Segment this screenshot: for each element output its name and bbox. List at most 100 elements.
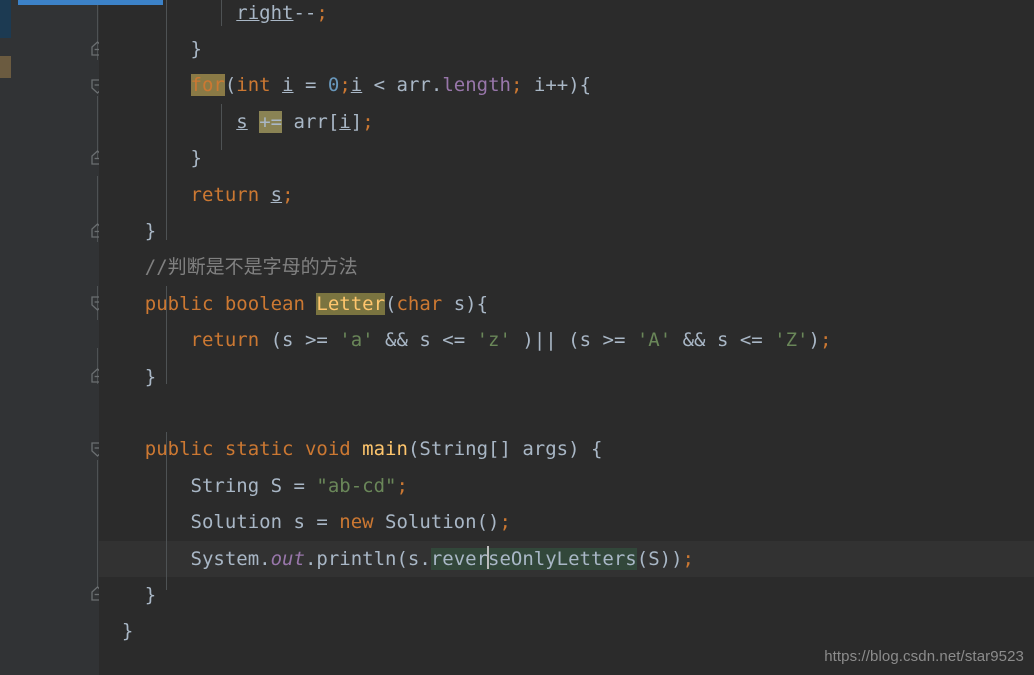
token-variable-S: S: [270, 474, 283, 497]
token-variable-s: s: [270, 183, 283, 206]
token-string-literal: "ab-cd": [316, 474, 397, 497]
token-brace-close: }: [144, 584, 157, 606]
code-line[interactable]: return (s >= 'a' && s <= 'z' )|| (s >= '…: [99, 322, 1034, 358]
token-brace-close: }: [190, 147, 202, 170]
text-caret: [487, 545, 490, 569]
token-param-s: s: [419, 329, 431, 352]
code-line-tokens: System.out.println(s.reverseOnlyLetters(…: [190, 545, 694, 570]
token-param-args: args: [522, 438, 569, 461]
token-reverse-prefix: rever: [430, 547, 489, 570]
code-line-tokens: }: [99, 366, 156, 388]
code-line[interactable]: }: [99, 577, 1034, 613]
token-type-Solution: Solution: [385, 511, 477, 534]
token-semicolon: ;: [819, 329, 832, 352]
code-line-current[interactable]: System.out.println(s.reverseOnlyLetters(…: [99, 540, 1034, 577]
code-line[interactable]: String S = "ab-cd";: [99, 468, 1034, 504]
token-brace-open: {: [476, 292, 489, 315]
code-line-tokens: }: [99, 38, 202, 60]
token-number-zero: 0: [327, 74, 340, 97]
code-line[interactable]: [99, 395, 1034, 431]
token-keyword-public: public: [144, 438, 214, 461]
token-type-Solution: Solution: [190, 511, 283, 534]
token-semicolon: ;: [682, 547, 694, 570]
code-line-tokens: public boolean Letter(char s){: [144, 292, 489, 315]
code-line-tokens: }: [99, 620, 133, 642]
code-content-area[interactable]: right--; } for(int i = 0;i < arr.length;…: [99, 0, 1034, 675]
token-operator-and: &&: [682, 329, 706, 352]
code-line-tokens: s += arr[i];: [236, 110, 374, 133]
code-line[interactable]: s += arr[i];: [99, 104, 1034, 140]
code-line[interactable]: //判断是不是字母的方法: [99, 249, 1034, 285]
token-param-s: s: [579, 329, 592, 352]
token-type-System: System: [190, 547, 260, 570]
token-variable-arr: arr: [396, 74, 431, 97]
code-line-tokens: }: [99, 584, 156, 606]
token-operator-or: ||: [533, 329, 557, 352]
line-number-gutter[interactable]: [11, 0, 99, 675]
token-semicolon: ;: [396, 474, 408, 497]
code-line[interactable]: }: [99, 213, 1034, 249]
token-brace-close: }: [144, 365, 157, 388]
token-operator-plus-equals-highlighted: +=: [259, 110, 283, 133]
token-keyword-public: public: [144, 292, 214, 315]
vcs-change-marker-blue[interactable]: [0, 0, 11, 38]
token-keyword-boolean: boolean: [224, 292, 305, 315]
token-semicolon: ;: [362, 110, 374, 133]
token-keyword-return: return: [190, 183, 260, 206]
vcs-change-marker-brown[interactable]: [0, 56, 11, 78]
code-line[interactable]: }: [99, 613, 1034, 649]
code-line-tokens: [99, 402, 110, 424]
token-variable-i: i: [282, 74, 294, 97]
token-brace-close: }: [121, 620, 134, 643]
token-param-s: s: [716, 329, 729, 352]
code-line[interactable]: }: [99, 359, 1034, 395]
token-variable-S: S: [648, 547, 660, 570]
token-type-String: String: [419, 438, 489, 461]
token-variable-s: s: [293, 511, 305, 534]
token-variable-s: s: [407, 547, 420, 570]
token-variable-i: i: [339, 110, 351, 133]
code-line[interactable]: Solution s = new Solution();: [99, 504, 1034, 540]
token-variable-right: right: [236, 1, 294, 24]
code-line[interactable]: return s;: [99, 177, 1034, 213]
code-line[interactable]: public static void main(String[] args) {: [99, 431, 1034, 467]
watermark-url: https://blog.csdn.net/star9523: [824, 648, 1024, 665]
token-reverse-suffix: seOnlyLetters: [488, 547, 637, 570]
token-semicolon: ;: [499, 511, 511, 534]
token-param-s: s: [282, 329, 294, 352]
token-char-A: 'A': [636, 329, 672, 352]
token-method-reverseOnlyLetters-selected: reverseOnlyLetters: [430, 545, 637, 570]
token-decrement: --: [293, 1, 317, 24]
token-semicolon: ;: [510, 74, 523, 97]
token-keyword-new: new: [339, 511, 374, 534]
token-keyword-static: static: [224, 438, 294, 461]
token-brace-open: {: [591, 438, 603, 461]
token-comment: //判断是不是字母的方法: [144, 256, 358, 279]
code-line[interactable]: }: [99, 140, 1034, 176]
token-keyword-for-highlighted: for: [190, 74, 225, 97]
token-keyword-int: int: [236, 74, 271, 97]
token-method-println: println: [316, 547, 397, 570]
code-line-tokens: //判断是不是字母的方法: [99, 256, 358, 278]
token-char-a: 'a': [339, 329, 374, 352]
token-brace-open: {: [579, 74, 592, 97]
code-line-tokens: Solution s = new Solution();: [190, 511, 511, 534]
token-variable-arr: arr[: [293, 110, 340, 133]
vcs-gutter-strip[interactable]: [0, 0, 11, 675]
code-line[interactable]: }: [99, 31, 1034, 67]
code-editor[interactable]: 22 23 24 25 26 27 28 29 30 31 32 33 34 3…: [0, 0, 1034, 675]
code-line-tokens: return s;: [99, 184, 294, 206]
fold-connector-line: [97, 460, 98, 588]
token-type-String: String: [190, 474, 260, 497]
code-line[interactable]: right--;: [99, 0, 1034, 31]
code-line-tokens: return (s >= 'a' && s <= 'z' )|| (s >= '…: [190, 329, 832, 352]
token-method-main: main: [362, 438, 408, 461]
token-keyword-return: return: [190, 329, 260, 352]
token-method-Letter-highlighted: Letter: [316, 292, 386, 315]
code-line[interactable]: for(int i = 0;i < arr.length; i++){: [99, 67, 1034, 103]
token-keyword-char: char: [396, 292, 443, 315]
token-semicolon: ;: [316, 1, 328, 24]
code-line-tokens: [99, 657, 110, 675]
code-line[interactable]: public boolean Letter(char s){: [99, 286, 1034, 322]
token-field-length: length: [442, 74, 511, 97]
